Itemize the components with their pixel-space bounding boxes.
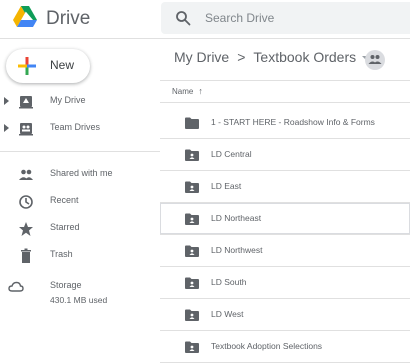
main-content: My Drive > Textbook Orders Name ↑ 1 - START… — [160, 38, 410, 363]
sidebar-item-label: Storage — [50, 280, 82, 290]
file-name: LD Central — [211, 149, 252, 159]
trash-icon — [21, 248, 31, 263]
shared-folder-icon — [185, 309, 199, 321]
file-row[interactable]: LD East — [160, 171, 410, 203]
star-icon — [19, 222, 33, 236]
sidebar-item-shared-with-me[interactable]: Shared with me — [0, 164, 160, 186]
app-name[interactable]: Drive — [46, 8, 90, 30]
file-row[interactable]: LD South — [160, 267, 410, 299]
sidebar-divider — [0, 151, 160, 152]
folder-icon — [185, 117, 199, 129]
file-row[interactable]: LD Northeast — [160, 203, 410, 235]
sidebar-item-starred[interactable]: Starred — [0, 218, 160, 240]
new-button-label: New — [50, 58, 75, 72]
file-name: Textbook Adoption Selections — [211, 341, 323, 351]
arrow-up-icon[interactable]: ↑ — [198, 86, 203, 96]
sidebar: New My Drive Team Drives Shared with me … — [0, 38, 160, 358]
shared-folder-icon — [185, 277, 199, 289]
sidebar-item-label: Starred — [50, 222, 80, 232]
file-row[interactable]: 1 - START HERE - Roadshow Info & Forms — [160, 107, 410, 139]
file-row[interactable]: LD West — [160, 299, 410, 331]
search-input[interactable] — [205, 9, 395, 27]
file-name: LD South — [211, 277, 247, 287]
team-drives-icon — [19, 123, 33, 136]
people-icon — [368, 55, 382, 64]
sidebar-item-label: Shared with me — [50, 168, 113, 178]
breadcrumb-root[interactable]: My Drive — [174, 49, 229, 65]
file-row[interactable]: LD Central — [160, 139, 410, 171]
file-name: LD West — [211, 309, 244, 319]
sidebar-item-label: Team Drives — [50, 122, 101, 132]
breadcrumb-current[interactable]: Textbook Orders — [253, 49, 356, 65]
file-row[interactable]: LD Northwest — [160, 235, 410, 267]
column-divider — [160, 102, 410, 103]
breadcrumb: My Drive > Textbook Orders — [174, 49, 371, 65]
recent-icon — [19, 195, 33, 209]
breadcrumb-separator: > — [237, 49, 246, 65]
file-name: LD Northeast — [211, 213, 262, 223]
sidebar-item-label: Trash — [50, 249, 73, 259]
sidebar-item-trash[interactable]: Trash — [0, 245, 160, 267]
file-name: LD East — [211, 181, 242, 191]
new-button[interactable]: New — [6, 49, 90, 83]
shared-with-me-icon — [19, 169, 33, 180]
file-row[interactable]: Textbook Adoption Selections — [160, 331, 410, 363]
search-icon[interactable] — [175, 10, 191, 26]
my-drive-icon — [19, 96, 33, 109]
sidebar-item-recent[interactable]: Recent — [0, 191, 160, 213]
column-header-label: Name — [172, 87, 194, 96]
header-divider — [160, 80, 410, 81]
column-header-name[interactable]: Name ↑ — [172, 86, 203, 96]
file-name: LD Northwest — [211, 245, 263, 255]
shared-folder-icon — [185, 245, 199, 257]
shared-folder-icon — [185, 341, 199, 353]
sidebar-item-label: Recent — [50, 195, 79, 205]
search-bar[interactable] — [161, 2, 410, 34]
cloud-icon — [8, 281, 24, 292]
shared-folder-icon — [185, 149, 199, 161]
drive-logo-icon[interactable] — [13, 6, 37, 28]
shared-people-icon[interactable] — [365, 50, 385, 70]
expand-arrow-icon[interactable] — [4, 124, 9, 132]
sidebar-item-label: My Drive — [50, 95, 86, 105]
expand-arrow-icon[interactable] — [4, 97, 9, 105]
storage-used-text: 430.1 MB used — [50, 295, 108, 305]
plus-icon — [18, 57, 36, 75]
top-bar: Drive — [0, 0, 410, 39]
shared-folder-icon — [185, 213, 199, 225]
sidebar-item-my-drive[interactable]: My Drive — [0, 91, 160, 113]
file-name: 1 - START HERE - Roadshow Info & Forms — [211, 117, 375, 127]
shared-folder-icon — [185, 181, 199, 193]
sidebar-item-team-drives[interactable]: Team Drives — [0, 118, 160, 140]
